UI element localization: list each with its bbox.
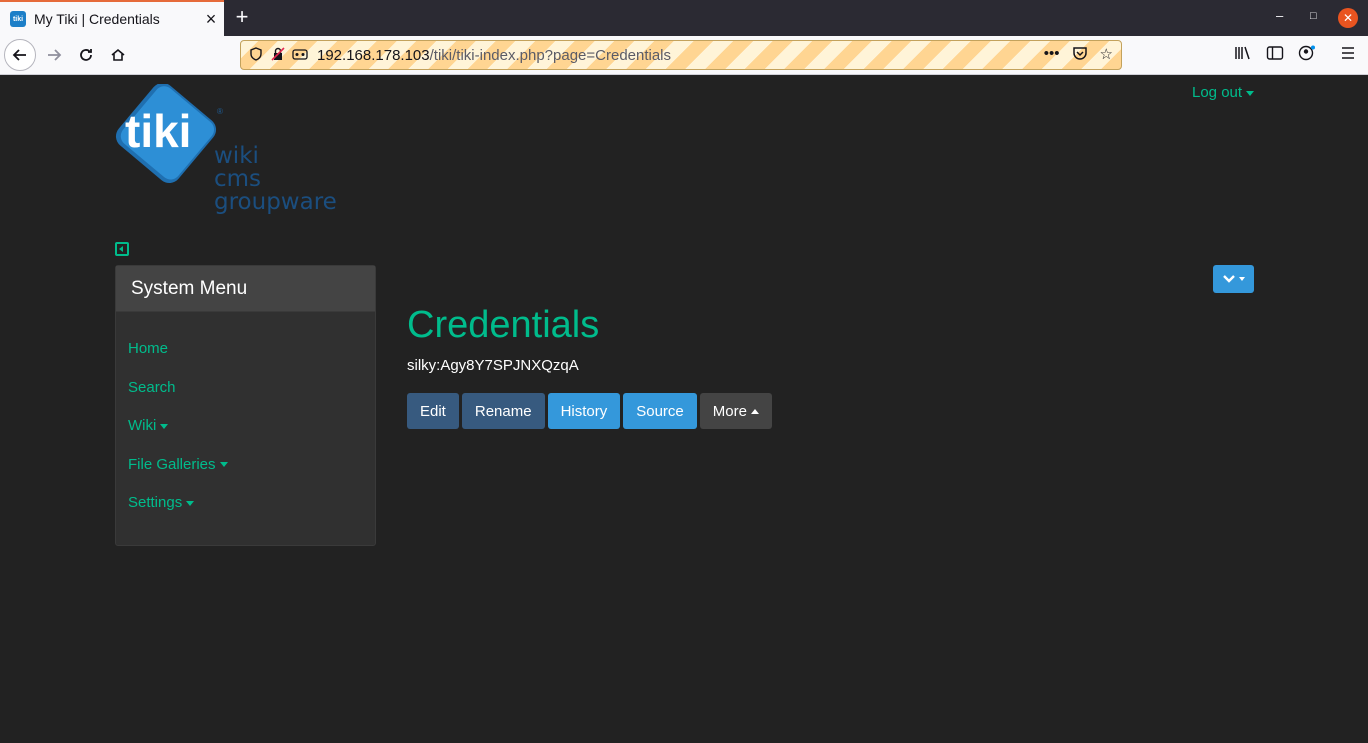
system-menu-list: Home Search Wiki File Galleries Settings bbox=[116, 312, 375, 533]
caret-down-icon bbox=[160, 423, 169, 429]
caret-down-icon bbox=[1239, 277, 1245, 281]
window-close-icon[interactable]: ✕ bbox=[1338, 8, 1358, 28]
library-icon[interactable] bbox=[1234, 45, 1252, 66]
chevron-down-icon bbox=[1223, 275, 1235, 283]
permissions-icon[interactable] bbox=[289, 47, 311, 64]
more-button[interactable]: More bbox=[699, 393, 772, 429]
home-icon[interactable] bbox=[102, 39, 134, 71]
system-menu-panel: System Menu Home Search Wiki File Galler… bbox=[115, 265, 376, 546]
history-button[interactable]: History bbox=[547, 393, 621, 429]
sidebar-item-file-galleries[interactable]: File Galleries bbox=[116, 456, 375, 495]
sidebar-item-search[interactable]: Search bbox=[116, 379, 375, 418]
tiki-logo[interactable]: tiki ® wiki cms groupware bbox=[113, 82, 363, 216]
edit-button[interactable]: Edit bbox=[407, 393, 459, 429]
logout-dropdown[interactable]: Log out bbox=[1192, 84, 1255, 101]
svg-text:®: ® bbox=[217, 107, 223, 116]
page-options-dropdown[interactable] bbox=[1213, 265, 1254, 293]
pocket-icon[interactable] bbox=[1072, 45, 1088, 65]
page-actions-icon[interactable]: ••• bbox=[1044, 45, 1060, 65]
new-tab-icon[interactable]: + bbox=[230, 4, 254, 30]
maximize-icon[interactable]: □ bbox=[1310, 10, 1317, 22]
browser-tab-bar: tiki My Tiki | Credentials × + – □ ✕ bbox=[0, 0, 1368, 36]
caret-down-icon bbox=[1246, 90, 1255, 96]
caret-up-icon bbox=[750, 408, 759, 414]
back-arrow-icon[interactable] bbox=[4, 39, 36, 71]
page-action-buttons: Edit Rename History Source More bbox=[407, 393, 772, 429]
reload-icon[interactable] bbox=[70, 39, 102, 71]
url-host: 192.168.178.103 bbox=[317, 46, 430, 64]
browser-nav-bar: 192.168.178.103/tiki/tiki-index.php?page… bbox=[0, 36, 1368, 75]
sidebar-item-home[interactable]: Home bbox=[116, 340, 375, 379]
minimize-icon[interactable]: – bbox=[1276, 8, 1283, 23]
tab-title: My Tiki | Credentials bbox=[34, 11, 160, 27]
hamburger-menu-icon[interactable] bbox=[1340, 45, 1356, 66]
browser-tab[interactable]: tiki My Tiki | Credentials × bbox=[0, 0, 224, 36]
caret-down-icon bbox=[219, 462, 228, 468]
caret-down-icon bbox=[186, 500, 195, 506]
shield-icon[interactable] bbox=[245, 46, 267, 64]
more-button-label: More bbox=[712, 402, 747, 420]
insecure-lock-icon[interactable] bbox=[267, 46, 289, 64]
logout-label: Log out bbox=[1192, 84, 1243, 101]
account-icon[interactable] bbox=[1298, 45, 1316, 66]
page-title: Credentials bbox=[407, 304, 600, 346]
sidebar-item-wiki[interactable]: Wiki bbox=[116, 417, 375, 456]
bookmark-star-icon[interactable]: ☆ bbox=[1100, 45, 1113, 65]
forward-arrow-icon[interactable] bbox=[38, 39, 70, 71]
logo-tagline-groupware: groupware bbox=[214, 189, 337, 215]
system-menu-title: System Menu bbox=[116, 266, 375, 312]
rename-button[interactable]: Rename bbox=[461, 393, 545, 429]
url-bar[interactable]: 192.168.178.103/tiki/tiki-index.php?page… bbox=[240, 40, 1122, 70]
source-button[interactable]: Source bbox=[623, 393, 697, 429]
logo-wordmark: tiki bbox=[125, 105, 191, 157]
close-tab-icon[interactable]: × bbox=[198, 9, 224, 30]
sidebar-item-settings[interactable]: Settings bbox=[116, 494, 375, 533]
sidebar-toggle-icon[interactable] bbox=[1266, 45, 1284, 66]
tiki-favicon-icon: tiki bbox=[10, 11, 26, 27]
page-content-text: silky:Agy8Y7SPJNXQzqA bbox=[407, 357, 579, 374]
collapse-sidebar-icon[interactable] bbox=[115, 242, 129, 256]
url-path: /tiki/tiki-index.php?page=Credentials bbox=[429, 46, 672, 64]
